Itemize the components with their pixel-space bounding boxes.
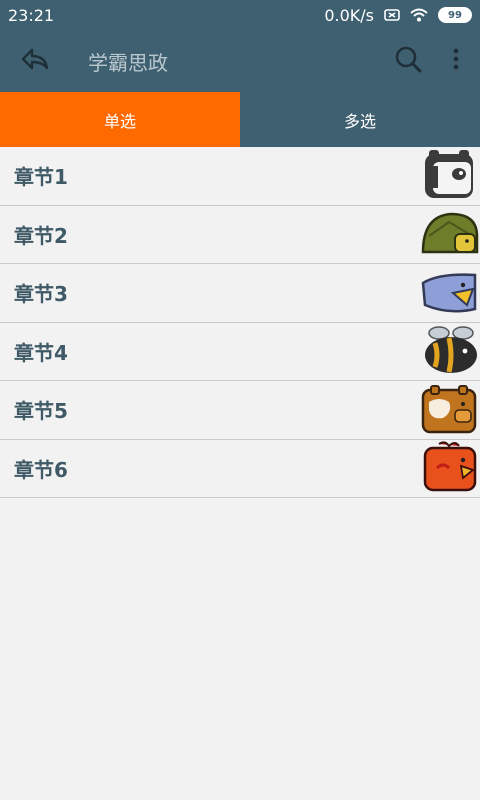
list-item[interactable]: 章节3 — [0, 264, 480, 323]
list-item[interactable]: 章节2 — [0, 205, 480, 264]
list-item[interactable]: 章节4 — [0, 322, 480, 381]
app-bar: 学霸思政 — [0, 30, 480, 92]
app-title: 学霸思政 — [88, 50, 168, 75]
status-right: 0.0K/s 99 — [324, 6, 472, 25]
network-speed: 0.0K/s — [324, 5, 374, 25]
chicken-icon — [418, 439, 480, 497]
more-button[interactable] — [432, 30, 480, 92]
sim-icon — [384, 9, 400, 21]
more-vert-icon — [452, 48, 460, 74]
chapter-label: 章节1 — [14, 165, 68, 190]
turtle-icon — [418, 205, 480, 263]
bee-icon — [418, 322, 480, 380]
search-button[interactable] — [384, 30, 432, 92]
wifi-icon — [410, 8, 428, 22]
tab-single-choice[interactable]: 单选 — [0, 92, 240, 147]
bird-icon — [418, 264, 480, 322]
chapter-label: 章节4 — [14, 340, 68, 365]
chapter-list: 章节1 章节2 章节3 章节4 章节5 章节6 — [0, 147, 480, 498]
chapter-label: 章节3 — [14, 282, 68, 307]
tab-multiple-choice[interactable]: 多选 — [240, 92, 480, 147]
cow-icon — [418, 381, 480, 439]
back-button[interactable] — [0, 30, 70, 92]
battery-indicator: 99 — [438, 7, 472, 23]
panda-icon — [418, 147, 480, 205]
status-time: 23:21 — [8, 5, 55, 25]
list-item[interactable]: 章节6 — [0, 439, 480, 498]
chapter-label: 章节5 — [14, 399, 68, 424]
status-bar: 23:21 0.0K/s 99 — [0, 0, 480, 30]
list-item[interactable]: 章节5 — [0, 381, 480, 440]
list-item[interactable]: 章节1 — [0, 147, 480, 206]
back-arrow-icon — [20, 48, 50, 74]
chapter-label: 章节2 — [14, 223, 68, 248]
search-icon — [394, 45, 422, 77]
tab-bar: 单选 多选 — [0, 92, 480, 147]
chapter-label: 章节6 — [14, 457, 68, 482]
